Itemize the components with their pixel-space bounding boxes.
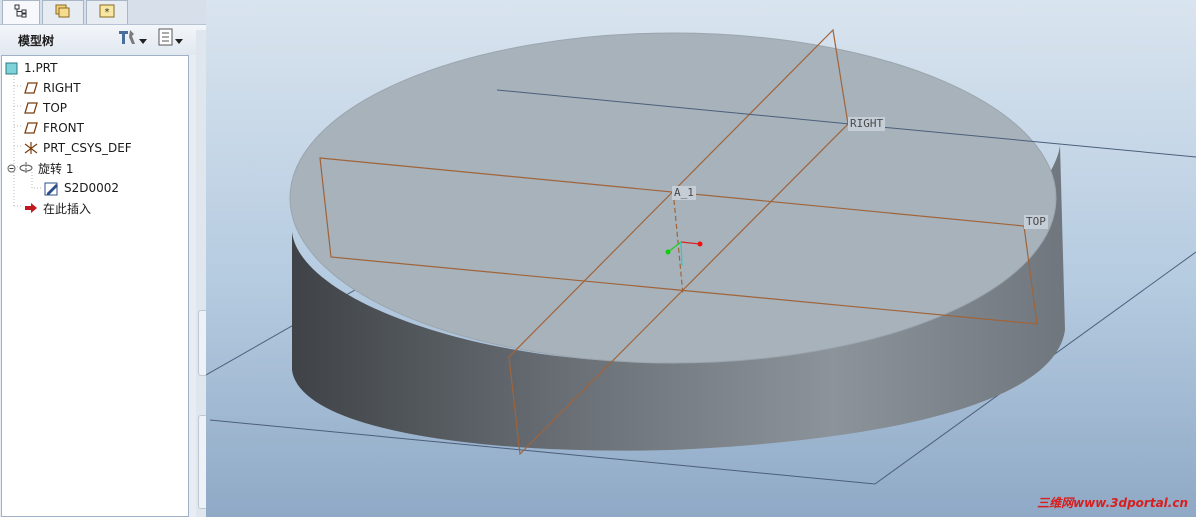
tree-root-label: 1.PRT: [24, 61, 58, 75]
star-icon: *: [99, 3, 115, 22]
tree-item-sketch[interactable]: S2D0002: [44, 179, 119, 197]
tools-icon: [117, 28, 139, 50]
folders-icon: [54, 3, 72, 23]
watermark-cn: 三维网: [1037, 496, 1074, 510]
tree-show-button[interactable]: [157, 28, 183, 50]
collapse-icon[interactable]: [6, 163, 16, 173]
sketch-icon: [44, 180, 60, 196]
navigator-tabs: *: [0, 0, 206, 25]
datum-plane-icon: [23, 100, 39, 116]
tree-item-label: FRONT: [43, 121, 84, 135]
tree-item-label: 在此插入: [43, 201, 92, 216]
tree-root[interactable]: 1.PRT: [4, 59, 57, 77]
datum-plane-icon: [23, 120, 39, 136]
model-tree-icon: [14, 3, 28, 22]
folder-browser-tab[interactable]: [42, 0, 84, 24]
top-datum-label: TOP: [1024, 215, 1048, 229]
chevron-down-icon: [175, 30, 183, 49]
favorites-tab[interactable]: *: [86, 0, 128, 24]
model-tree-panel: * 模型树 1.PRT RIGHT TOP FRONT PRT_CSYS_DEF…: [0, 0, 208, 517]
revolve-icon: [18, 160, 34, 176]
tree-item-label: PRT_CSYS_DEF: [43, 141, 132, 155]
part-icon: [4, 60, 20, 76]
model-graphics: [206, 28, 1196, 485]
axis-label: A_1: [672, 186, 696, 200]
csys-icon: [23, 140, 39, 156]
tree-item-front[interactable]: FRONT: [23, 119, 84, 137]
watermark: 三维网www.3dportal.cn: [1037, 494, 1188, 511]
model-tree: 1.PRT RIGHT TOP FRONT PRT_CSYS_DEF 旋转 1 …: [1, 55, 189, 517]
model-tree-tab[interactable]: [2, 0, 40, 24]
list-settings-icon: [157, 28, 175, 50]
svg-text:*: *: [105, 7, 110, 18]
tree-item-csys[interactable]: PRT_CSYS_DEF: [23, 139, 132, 157]
tree-item-label: S2D0002: [64, 181, 120, 195]
chevron-down-icon: [139, 30, 147, 49]
tree-item-right[interactable]: RIGHT: [23, 79, 81, 97]
tree-item-label: TOP: [43, 101, 68, 115]
tree-item-label: 旋转 1: [38, 161, 74, 176]
tree-settings-button[interactable]: [117, 29, 147, 49]
tree-item-label: RIGHT: [43, 81, 81, 95]
tree-title: 模型树: [18, 34, 55, 48]
graphics-viewport[interactable]: RIGHT TOP A_1 三维网www.3dportal.cn: [206, 0, 1196, 517]
tree-header: 模型树: [0, 25, 206, 55]
datum-plane-icon: [23, 80, 39, 96]
tree-item-top[interactable]: TOP: [23, 99, 67, 117]
tree-item-insert-here[interactable]: 在此插入: [23, 199, 91, 217]
watermark-url: www.3dportal.cn: [1073, 496, 1188, 510]
right-datum-label: RIGHT: [848, 117, 886, 131]
insert-here-arrow-icon: [23, 200, 39, 216]
tree-item-revolve[interactable]: 旋转 1: [6, 159, 73, 177]
